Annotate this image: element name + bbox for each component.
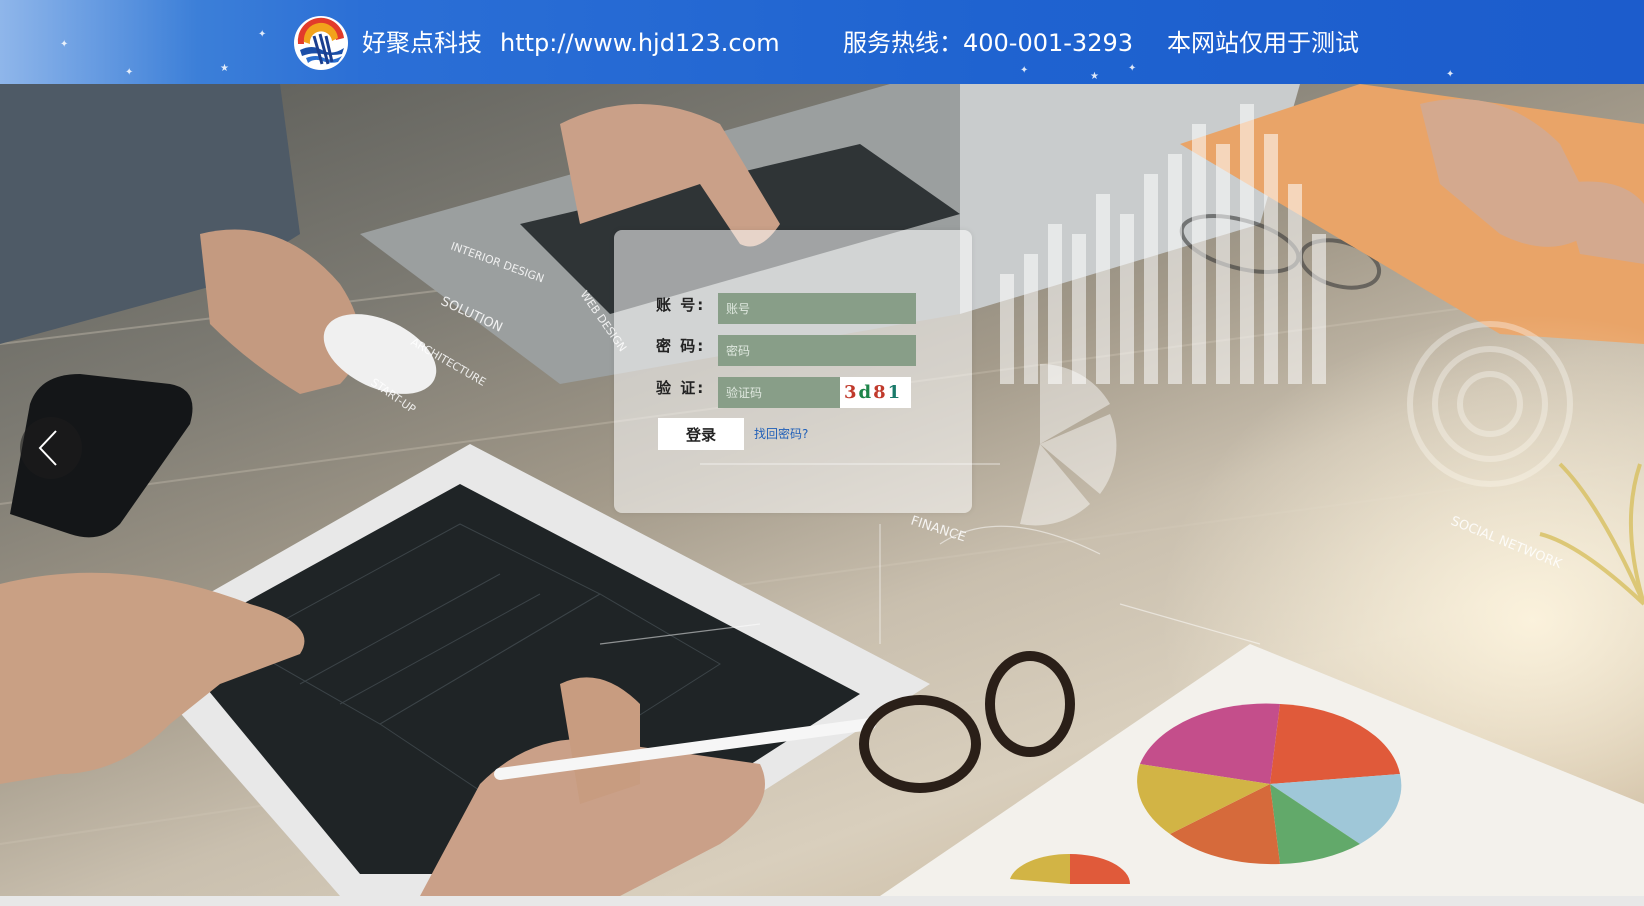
carousel-prev-button[interactable] <box>20 417 82 479</box>
site-url-link[interactable]: http://www.hjd123.com <box>500 0 780 84</box>
captcha-image[interactable]: 3d81 <box>840 377 911 408</box>
star-decoration: ✦ <box>1446 69 1455 80</box>
password-input[interactable] <box>718 335 916 366</box>
site-header: ✦ ✦ ★ ✦ ✦ ★ ✦ ✦ 好聚点科技 http://www.hjd123.… <box>0 0 1644 84</box>
captcha-char: d <box>858 382 874 403</box>
captcha-char: 1 <box>887 382 903 403</box>
star-decoration: ✦ <box>125 67 134 78</box>
company-name: 好聚点科技 <box>362 29 482 57</box>
captcha-char: 3 <box>844 382 859 403</box>
star-decoration: ✦ <box>258 29 267 40</box>
login-button[interactable]: 登录 <box>658 418 744 450</box>
account-label: 账 号: <box>656 296 706 314</box>
company-logo-icon <box>294 16 348 70</box>
bottom-strip <box>0 896 1644 906</box>
captcha-input[interactable] <box>718 377 840 408</box>
login-panel: 账 号: 密 码: 验 证: 3d81 登录 找回密码? <box>614 230 972 513</box>
captcha-label: 验 证: <box>656 379 706 397</box>
service-hotline: 服务热线：400-001-3293 <box>843 29 1134 57</box>
chevron-left-icon <box>38 430 57 466</box>
account-input[interactable] <box>718 293 916 324</box>
star-decoration: ✦ <box>60 39 69 50</box>
password-label: 密 码: <box>656 337 706 355</box>
captcha-char: 8 <box>873 382 888 403</box>
forgot-password-link[interactable]: 找回密码? <box>754 425 808 442</box>
star-decoration: ★ <box>220 63 229 74</box>
test-notice: 本网站仅用于测试 <box>1167 29 1359 57</box>
